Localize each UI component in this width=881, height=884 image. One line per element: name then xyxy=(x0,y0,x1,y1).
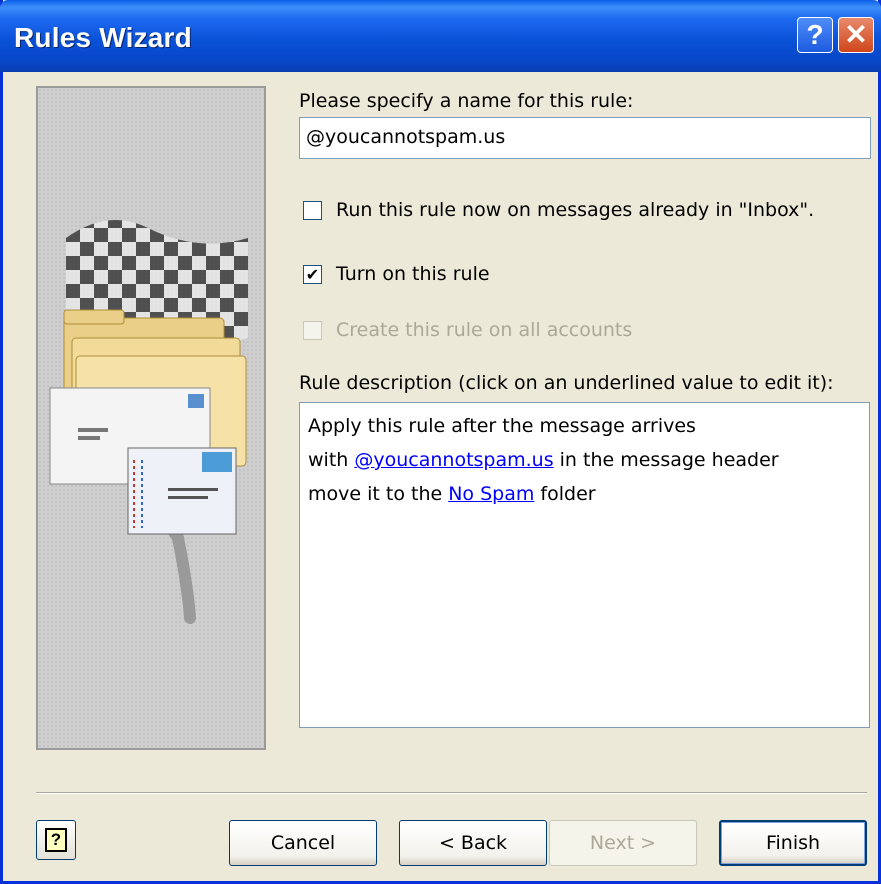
description-text: in the message header xyxy=(553,449,779,471)
description-text: folder xyxy=(534,483,596,505)
back-button[interactable]: < Back xyxy=(399,820,547,866)
turn-on-checkbox[interactable]: ✔ xyxy=(303,265,322,284)
all-accounts-checkbox xyxy=(303,321,322,340)
help-icon: ? xyxy=(45,828,67,852)
folder-link[interactable]: No Spam xyxy=(448,483,534,505)
title-help-button[interactable]: ? xyxy=(797,17,833,53)
rule-name-label: Please specify a name for this rule: xyxy=(299,90,634,112)
window-title: Rules Wizard xyxy=(14,22,192,53)
description-text: with xyxy=(308,449,355,471)
cancel-button[interactable]: Cancel xyxy=(229,820,377,866)
run-now-checkbox[interactable] xyxy=(303,201,322,220)
turn-on-label[interactable]: Turn on this rule xyxy=(336,263,490,285)
title-bar[interactable]: Rules Wizard ? ✕ xyxy=(0,0,881,72)
checkered-flag-folders-image xyxy=(49,220,248,624)
rule-description-box: Apply this rule after the message arrive… xyxy=(299,402,870,728)
wizard-illustration xyxy=(36,86,266,750)
next-button: Next > xyxy=(549,820,697,866)
description-line-1: Apply this rule after the message arrive… xyxy=(308,415,696,437)
header-text-link[interactable]: @youcannotspam.us xyxy=(354,449,553,471)
description-text: move it to the xyxy=(308,483,449,505)
run-now-label[interactable]: Run this rule now on messages already in… xyxy=(336,199,814,221)
description-line-2: with @youcannotspam.us in the message he… xyxy=(308,443,861,477)
description-line-3: move it to the No Spam folder xyxy=(308,477,861,511)
finish-button[interactable]: Finish xyxy=(719,820,867,866)
all-accounts-label: Create this rule on all accounts xyxy=(336,319,633,341)
title-close-button[interactable]: ✕ xyxy=(838,17,874,53)
help-button[interactable]: ? xyxy=(36,820,76,860)
footer-separator xyxy=(36,792,867,794)
rules-wizard-window: Rules Wizard ? ✕ Please specify a name f… xyxy=(0,0,881,884)
rule-description-label: Rule description (click on an underlined… xyxy=(299,372,834,394)
rule-name-input[interactable]: @youcannotspam.us xyxy=(299,117,871,159)
